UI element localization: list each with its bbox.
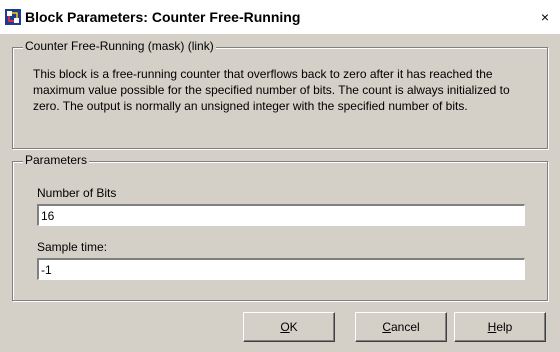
cancel-mnemonic: C	[382, 320, 391, 334]
parameters-groupbox: Parameters Number of Bits Sample time:	[12, 153, 548, 301]
dialog-body: Counter Free-Running (mask) (link) This …	[0, 34, 560, 352]
parameters-legend: Parameters	[23, 153, 90, 167]
help-label-rest: elp	[496, 320, 513, 334]
close-icon[interactable]: ×	[536, 8, 554, 26]
ok-label-rest: K	[289, 320, 298, 334]
cancel-label-rest: ancel	[390, 320, 420, 334]
description-groupbox: Counter Free-Running (mask) (link) This …	[12, 39, 548, 149]
simulink-block-icon	[5, 9, 21, 25]
ok-mnemonic: O	[280, 320, 290, 334]
sample-time-field[interactable]	[37, 258, 525, 280]
help-button[interactable]: Help	[454, 312, 546, 342]
ok-button[interactable]: OK	[243, 312, 335, 342]
number-of-bits-label: Number of Bits	[37, 186, 117, 200]
window-title: Block Parameters: Counter Free-Running	[25, 9, 301, 25]
title-bar[interactable]: Block Parameters: Counter Free-Running ×	[0, 0, 560, 34]
number-of-bits-field[interactable]	[37, 204, 525, 226]
description-legend: Counter Free-Running (mask) (link)	[23, 39, 216, 53]
sample-time-label: Sample time:	[37, 240, 108, 254]
block-parameters-dialog: Block Parameters: Counter Free-Running ×…	[0, 0, 560, 352]
cancel-button[interactable]: Cancel	[355, 312, 447, 342]
block-description: This block is a free-running counter tha…	[33, 67, 510, 113]
